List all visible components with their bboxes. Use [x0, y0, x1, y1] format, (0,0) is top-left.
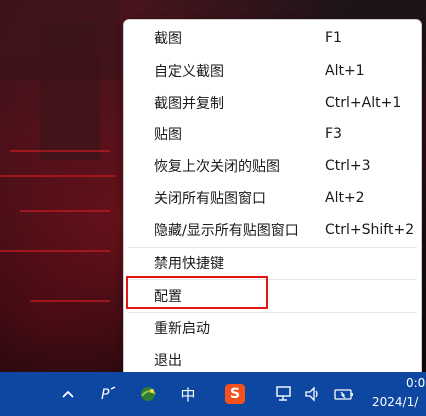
menu-item-label: 隐藏/显示所有贴图窗口: [154, 223, 299, 239]
menu-item-shortcut: Alt+2: [325, 190, 365, 206]
menu-item-disable-hotkeys[interactable]: 禁用快捷键: [124, 248, 421, 278]
context-menu: 截图 F1 自定义截图 Alt+1 截图并复制 Ctrl+Alt+1 贴图 F3…: [123, 19, 422, 379]
network-icon[interactable]: [272, 382, 296, 406]
menu-item-shortcut: Ctrl+Alt+1: [325, 95, 402, 111]
chevron-up-icon[interactable]: [58, 382, 78, 406]
menu-item-shortcut: Alt+1: [325, 63, 365, 79]
battery-icon[interactable]: [332, 382, 356, 406]
svg-text:P: P: [101, 387, 110, 403]
menu-item-restore-pin[interactable]: 恢复上次关闭的贴图 Ctrl+3: [124, 151, 421, 181]
menu-item-pin[interactable]: 贴图 F3: [124, 119, 421, 149]
pen-input-icon[interactable]: P: [96, 382, 120, 406]
menu-item-label: 退出: [154, 353, 182, 369]
highlight-box: [126, 276, 268, 309]
menu-item-label: 截图: [154, 31, 182, 47]
menu-item-shortcut: F1: [325, 30, 342, 46]
menu-item-shortcut: Ctrl+3: [325, 158, 371, 174]
menu-item-screenshot-copy[interactable]: 截图并复制 Ctrl+Alt+1: [124, 88, 421, 118]
menu-item-label: 自定义截图: [154, 64, 224, 80]
menu-item-restart[interactable]: 重新启动: [124, 313, 421, 343]
menu-item-exit[interactable]: 退出: [124, 345, 421, 375]
menu-item-shortcut: F3: [325, 126, 342, 142]
menu-item-label: 截图并复制: [154, 96, 224, 112]
menu-item-shortcut: Ctrl+Shift+2: [325, 222, 415, 238]
menu-item-label: 重新启动: [154, 321, 210, 337]
menu-item-custom-screenshot[interactable]: 自定义截图 Alt+1: [124, 56, 421, 86]
sogou-badge: S: [225, 384, 245, 404]
menu-item-toggle-pins[interactable]: 隐藏/显示所有贴图窗口 Ctrl+Shift+2: [124, 215, 421, 245]
menu-item-label: 贴图: [154, 127, 182, 143]
menu-item-label: 恢复上次关闭的贴图: [154, 159, 280, 175]
menu-item-label: 关闭所有贴图窗口: [154, 191, 266, 207]
menu-item-label: 禁用快捷键: [154, 256, 224, 272]
volume-icon[interactable]: [302, 382, 324, 406]
sogou-icon[interactable]: S: [223, 382, 247, 406]
network-app-icon[interactable]: [136, 382, 160, 406]
ime-zh-icon[interactable]: 中: [176, 382, 200, 406]
clock-date[interactable]: 2024/1/: [372, 395, 418, 409]
menu-item-screenshot[interactable]: 截图 F1: [124, 23, 421, 53]
menu-item-close-pins[interactable]: 关闭所有贴图窗口 Alt+2: [124, 183, 421, 213]
ime-label: 中: [180, 385, 196, 404]
clock-time[interactable]: 0:0: [406, 376, 425, 390]
